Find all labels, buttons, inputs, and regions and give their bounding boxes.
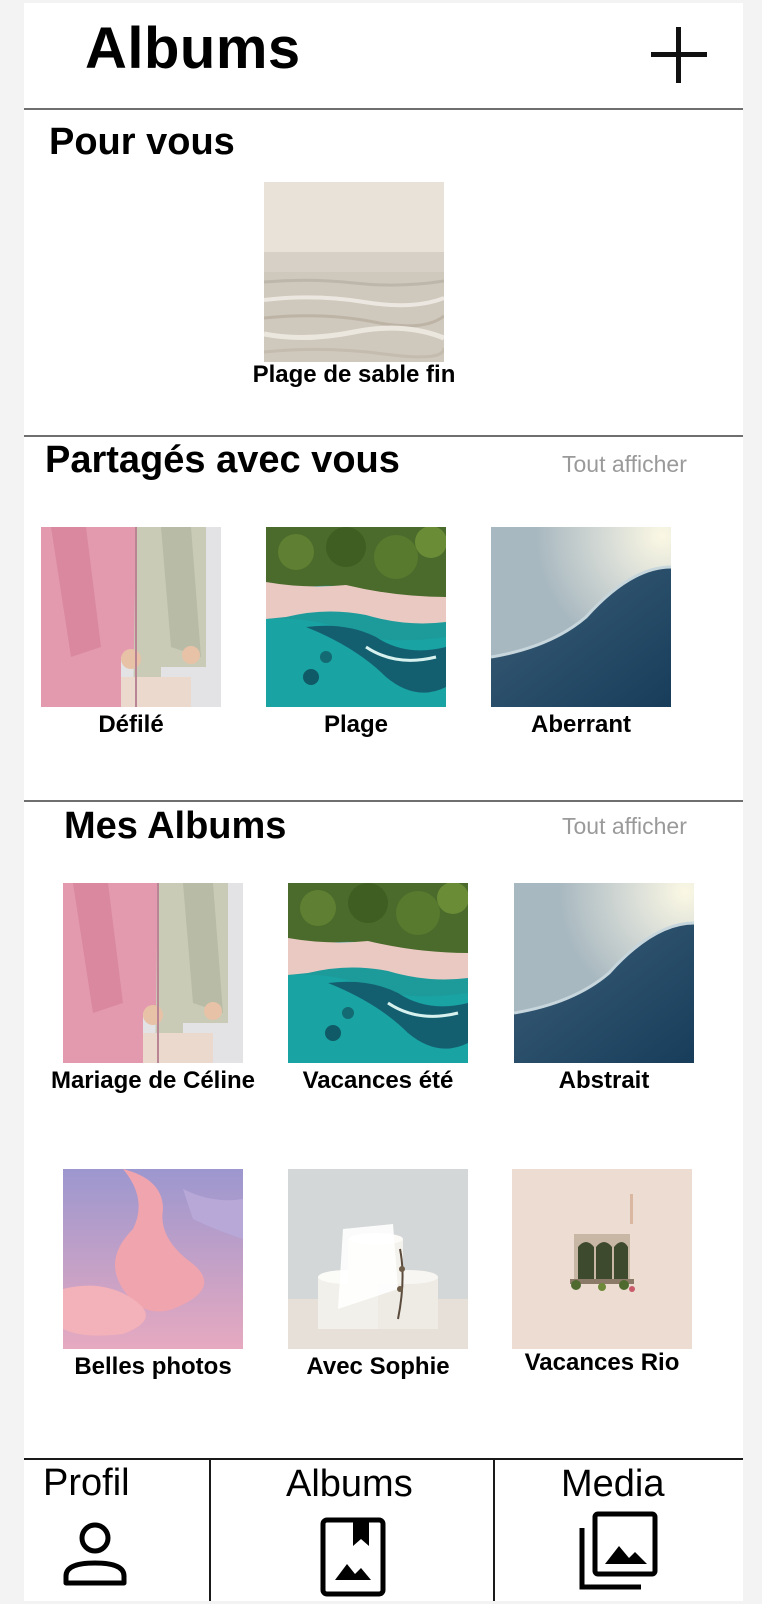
album-thumbnail[interactable]: [491, 527, 671, 707]
album-thumbnail[interactable]: [41, 527, 221, 707]
album-label: Plage de sable fin: [252, 361, 456, 388]
section-title-for-you: Pour vous: [49, 121, 235, 163]
album-label: Plage: [323, 711, 389, 738]
album-label: Vacances Rio: [524, 1349, 680, 1376]
tab-profil[interactable]: Profil: [24, 1462, 209, 1601]
album-icon: [320, 1517, 386, 1597]
see-all-my-albums-link[interactable]: Tout afficher: [562, 813, 687, 840]
album-label: Avec Sophie: [306, 1353, 450, 1380]
page-title: Albums: [85, 16, 301, 81]
album-label: Belles photos: [74, 1353, 232, 1380]
section-title-shared: Partagés avec vous: [45, 439, 400, 481]
album-thumbnail[interactable]: [288, 883, 468, 1063]
album-thumbnail[interactable]: [63, 883, 243, 1063]
photo-library-icon: [579, 1511, 658, 1590]
tabbar-divider: [24, 1458, 743, 1460]
tab-media[interactable]: Media: [495, 1462, 743, 1601]
tab-label: Albums: [286, 1463, 413, 1505]
tab-albums[interactable]: Albums: [211, 1462, 493, 1601]
album-label: Aberrant: [530, 711, 632, 738]
album-thumbnail[interactable]: [264, 182, 444, 362]
album-thumbnail[interactable]: [288, 1169, 468, 1349]
see-all-shared-link[interactable]: Tout afficher: [562, 451, 687, 478]
divider: [24, 108, 743, 110]
album-label: Vacances été: [302, 1067, 454, 1094]
divider: [24, 435, 743, 437]
app-screen: Albums Pour vous Plage de sable fin Part…: [24, 3, 743, 1601]
album-label: Défilé: [98, 711, 164, 738]
album-label: Abstrait: [558, 1067, 650, 1094]
add-album-button[interactable]: [649, 25, 709, 85]
person-icon: [63, 1522, 127, 1586]
tab-label: Media: [561, 1463, 665, 1505]
album-thumbnail[interactable]: [63, 1169, 243, 1349]
album-thumbnail[interactable]: [514, 883, 694, 1063]
section-title-my-albums: Mes Albums: [64, 805, 287, 847]
tab-label: Profil: [43, 1462, 130, 1504]
divider: [24, 800, 743, 802]
album-thumbnail[interactable]: [512, 1169, 692, 1349]
album-thumbnail[interactable]: [266, 527, 446, 707]
album-label: Mariage de Céline: [50, 1067, 256, 1094]
